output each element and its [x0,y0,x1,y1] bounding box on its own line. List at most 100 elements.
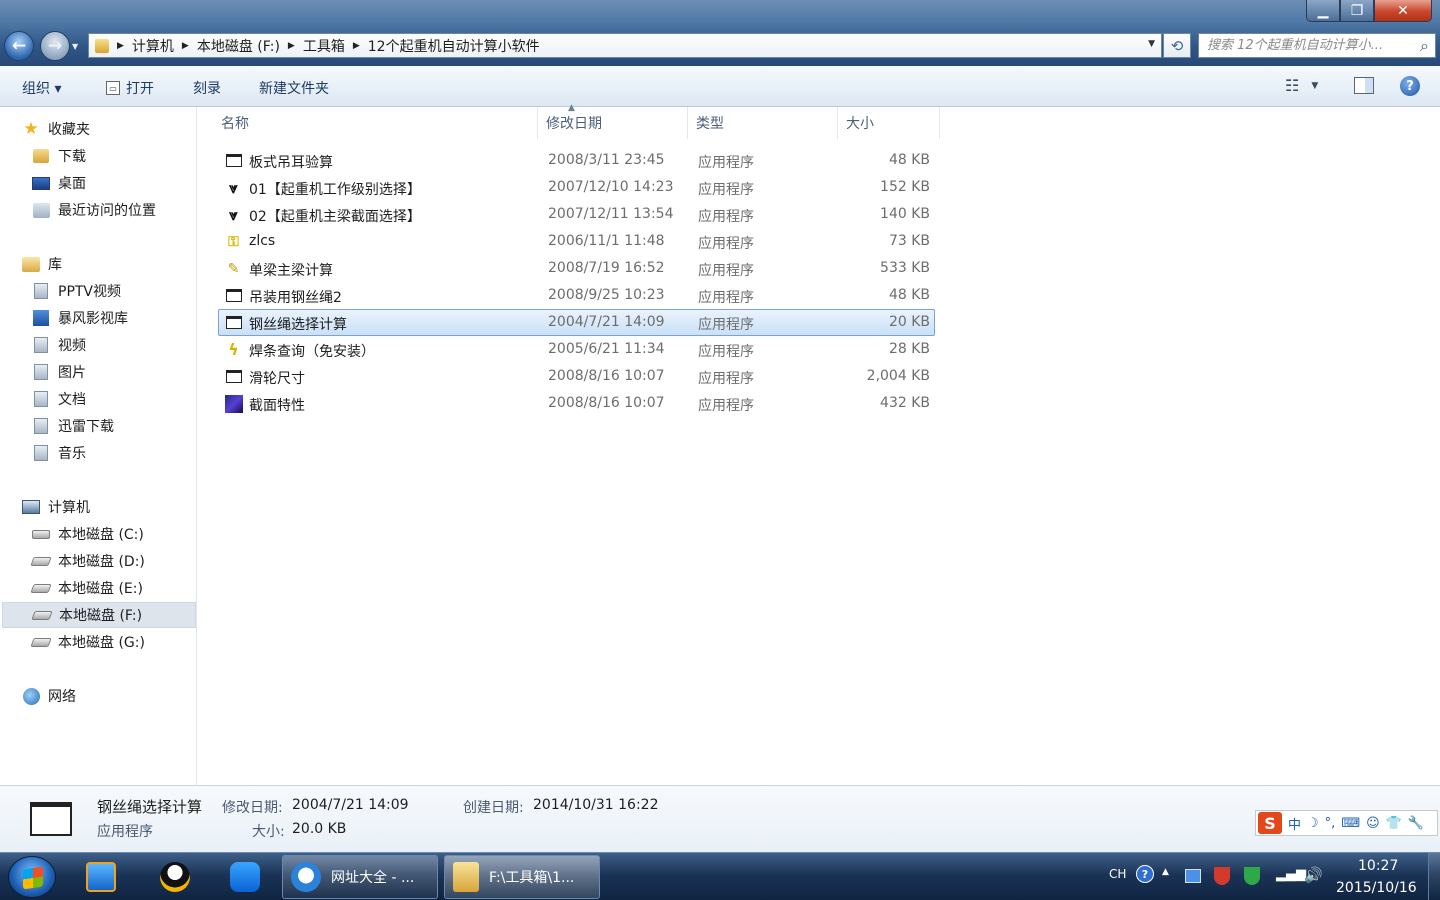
breadcrumb-separator-icon[interactable]: ▶ [117,41,124,51]
organize-button[interactable]: 组织 ▾ [22,78,61,98]
taskbar-pin-cloud[interactable] [216,857,274,897]
address-bar[interactable]: ▶ 计算机 ▶ 本地磁盘 (F:) ▶ 工具箱 ▶ 12个起重机自动计算小软件 … [88,33,1162,58]
breadcrumb-separator-icon[interactable]: ▶ [182,41,189,51]
sidebar-item-drive-g[interactable]: 本地磁盘 (G:) [0,629,196,655]
refresh-button[interactable]: ⟲ [1163,33,1191,58]
file-row[interactable]: 吊装用钢丝绳2 2008/9/25 10:23 应用程序 48 KB [218,282,935,309]
breadcrumb-computer[interactable]: 计算机 [132,36,174,56]
taskbar-pin-qq[interactable] [146,857,204,897]
sidebar-item-recent-places[interactable]: 最近访问的位置 [0,197,196,223]
search-box[interactable]: ⌕ [1198,33,1436,58]
open-button[interactable]: ▭ 打开 [106,78,154,98]
sidebar-item-label: 下载 [58,149,86,165]
sidebar-item-videos[interactable]: 视频 [0,332,196,358]
breadcrumb-separator-icon[interactable]: ▶ [353,41,360,51]
sidebar-item-downloads[interactable]: 下载 [0,143,196,169]
help-icon[interactable]: ? [1136,865,1154,883]
breadcrumb-drive-f[interactable]: 本地磁盘 (F:) [197,36,280,56]
keyboard-icon[interactable]: ⌨ [1341,816,1360,831]
antivirus-shield-icon[interactable] [1244,867,1260,885]
sogou-logo-icon[interactable]: S [1258,812,1282,834]
column-header-size[interactable]: 大小 [838,107,940,139]
sidebar-item-network[interactable]: 网络 [0,683,196,709]
show-hidden-icons-icon[interactable]: ▲ [1162,867,1169,877]
file-row[interactable]: 板式吊耳验算 2008/3/11 23:45 应用程序 48 KB [218,147,935,174]
burn-button[interactable]: 刻录 [193,78,221,98]
details-size-label: 大小: [252,824,285,840]
sidebar-item-pptv[interactable]: PPTV视频 [0,278,196,304]
skin-icon[interactable]: 👕 [1386,816,1402,831]
address-dropdown-icon[interactable]: ▼ [1148,39,1155,49]
file-row[interactable]: ⩔ 02【起重机主梁截面选择】 2007/12/11 13:54 应用程序 14… [218,201,935,228]
moon-icon[interactable]: ☽ [1307,816,1319,831]
sidebar-item-documents[interactable]: 文档 [0,386,196,412]
sidebar-item-drive-e[interactable]: 本地磁盘 (E:) [0,575,196,601]
file-row[interactable]: 滑轮尺寸 2008/8/16 10:07 应用程序 2,004 KB [218,363,935,390]
ime-mode-toggle[interactable]: 中 [1288,814,1301,833]
breadcrumb-current-folder[interactable]: 12个起重机自动计算小软件 [368,36,540,56]
sidebar-item-label: 文档 [58,392,86,408]
user-icon[interactable]: ☺ [1366,816,1380,831]
sidebar-item-pictures[interactable]: 图片 [0,359,196,385]
file-row[interactable]: ✎ 单梁主梁计算 2008/7/19 16:52 应用程序 533 KB [218,255,935,282]
sidebar-item-libraries[interactable]: 库 [0,251,196,277]
sidebar-item-desktop[interactable]: 桌面 [0,170,196,196]
file-row[interactable]: ⩔ 01【起重机工作级别选择】 2007/12/10 14:23 应用程序 15… [218,174,935,201]
punctuation-icon[interactable]: °, [1325,816,1336,831]
taskbar-task-explorer[interactable]: F:\工具箱\1... [444,855,600,899]
show-desktop-button[interactable] [1428,853,1440,900]
file-row[interactable]: ϟ 焊条查询（免安装） 2005/6/21 11:34 应用程序 28 KB [218,336,935,363]
new-folder-button[interactable]: 新建文件夹 [259,78,329,98]
sidebar-item-xunlei[interactable]: 迅雷下载 [0,413,196,439]
taskbar-task-browser[interactable]: 网址大全 - ... [282,855,438,899]
file-row[interactable]: 截面特性 2008/8/16 10:07 应用程序 432 KB [218,390,935,417]
hard-drive-icon [30,634,52,650]
sidebar-item-drive-d[interactable]: 本地磁盘 (D:) [0,548,196,574]
signal-icon[interactable]: ▂▄▆ [1276,867,1306,882]
clock-time[interactable]: 10:27 [1358,858,1398,874]
minimize-button[interactable]: ▁ [1306,0,1340,22]
sidebar-item-drive-f[interactable]: 本地磁盘 (F:) [2,602,196,628]
sidebar-item-favorites[interactable]: ★ 收藏夹 [0,116,196,142]
recent-pages-dropdown[interactable]: ▼ [72,42,78,51]
back-button[interactable]: ← [4,31,34,61]
bolt-icon: ϟ [228,340,239,359]
ime-toolbar[interactable]: S 中 ☽ °, ⌨ ☺ 👕 🔧 [1255,810,1438,836]
preview-pane-button[interactable] [1354,77,1374,94]
wrench-icon[interactable]: 🔧 [1408,816,1424,831]
search-input[interactable] [1207,38,1407,53]
sidebar-item-music[interactable]: 音乐 [0,440,196,466]
column-header-date[interactable]: 修改日期 [538,107,688,139]
volume-icon[interactable]: 🔊 [1304,866,1323,884]
language-indicator[interactable]: CH [1109,867,1126,881]
clock-date[interactable]: 2015/10/16 [1336,880,1417,896]
search-icon[interactable]: ⌕ [1420,36,1429,56]
file-row[interactable]: ⚿ zlcs 2006/11/1 11:48 应用程序 73 KB [218,228,935,255]
network-adapter-icon[interactable] [1185,869,1201,883]
start-button[interactable] [8,856,56,898]
sidebar-item-baofeng[interactable]: 暴风影视库 [0,305,196,331]
sidebar-item-computer[interactable]: 计算机 [0,494,196,520]
taskbar-pin-media-player[interactable] [72,857,130,897]
breadcrumb-separator-icon[interactable]: ▶ [288,41,295,51]
column-header-type[interactable]: 类型 [688,107,838,139]
window-titlebar: ▁ ❐ ✕ ← → ▼ ▶ 计算机 ▶ 本地磁盘 (F:) ▶ 工具箱 ▶ 12… [0,0,1440,66]
sidebar-item-label: PPTV视频 [58,284,122,300]
close-button[interactable]: ✕ [1374,0,1432,22]
maximize-button[interactable]: ❐ [1340,0,1374,22]
forward-button[interactable]: → [40,31,70,61]
breadcrumb-toolbox[interactable]: 工具箱 [303,36,345,56]
help-button[interactable]: ? [1400,76,1420,96]
sidebar-item-label: 迅雷下载 [58,419,114,435]
security-shield-icon[interactable] [1214,867,1230,885]
file-size: 533 KB [880,260,930,276]
file-size: 48 KB [888,152,930,168]
sidebar-item-drive-c[interactable]: 本地磁盘 (C:) [0,521,196,547]
file-name: 滑轮尺寸 [249,371,305,387]
sidebar-item-label: 本地磁盘 (F:) [59,608,143,624]
column-header-name[interactable]: 名称 [216,107,538,139]
view-dropdown-icon[interactable]: ▼ [1311,81,1318,91]
file-row-selected[interactable]: 钢丝绳选择计算 2004/7/21 14:09 应用程序 20 KB [218,309,935,336]
file-type: 应用程序 [698,182,754,198]
change-view-button[interactable]: ☷ ▼ [1285,76,1318,95]
